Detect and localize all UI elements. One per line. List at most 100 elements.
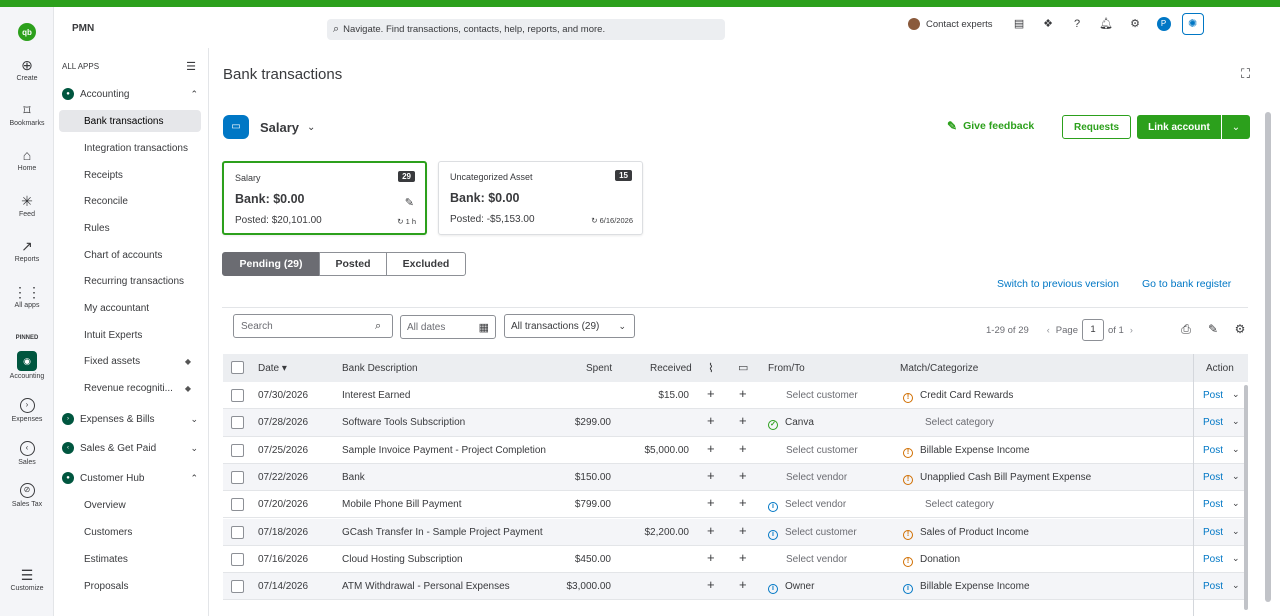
account-selector[interactable]: ▭ Salary ⌄	[223, 115, 315, 139]
search-input[interactable]	[233, 314, 393, 338]
post-button[interactable]: Post	[1203, 390, 1223, 401]
rail-all-apps[interactable]: ⋮⋮ All apps	[0, 284, 54, 309]
category-select[interactable]: ! Billable Expense Income	[903, 445, 1030, 458]
post-options-chevron-icon[interactable]: ⌄	[1232, 526, 1240, 537]
category-select[interactable]: ! Unapplied Cash Bill Payment Expense	[903, 472, 1091, 485]
row-checkbox[interactable]	[231, 416, 244, 430]
category-select[interactable]: ! Credit Card Rewards	[903, 390, 1013, 403]
row-checkbox[interactable]	[231, 580, 244, 594]
requests-button[interactable]: Requests	[1062, 115, 1131, 139]
contact-experts-button[interactable]: Contact experts	[908, 18, 993, 30]
navigation-search[interactable]: ⌕ Navigate. Find transactions, contacts,…	[327, 19, 725, 40]
add-comment-icon[interactable]: +	[739, 386, 747, 401]
sidebar-item-receipts[interactable]: Receipts	[59, 164, 201, 186]
post-options-chevron-icon[interactable]: ⌄	[1232, 444, 1240, 455]
tab-posted[interactable]: Posted	[319, 252, 387, 276]
row-checkbox[interactable]	[231, 498, 244, 512]
fullscreen-icon[interactable]: ⛶	[1241, 66, 1250, 82]
post-options-chevron-icon[interactable]: ⌄	[1232, 553, 1240, 564]
sidebar-item-chart-of-accounts[interactable]: Chart of accounts	[59, 244, 201, 266]
table-scrollbar[interactable]	[1244, 385, 1248, 610]
post-options-chevron-icon[interactable]: ⌄	[1232, 416, 1240, 427]
sidebar-item-reconcile[interactable]: Reconcile	[59, 190, 201, 212]
settings-icon[interactable]: ⚙	[1233, 322, 1247, 337]
category-select[interactable]: i Billable Expense Income	[903, 581, 1030, 595]
page-scrollbar-thumb[interactable]	[1265, 112, 1271, 602]
row-checkbox[interactable]	[231, 443, 244, 457]
table-row[interactable]: 07/14/2026 ATM Withdrawal - Personal Expe…	[223, 573, 1248, 601]
sidebar-item-recurring-transactions[interactable]: Recurring transactions	[59, 270, 201, 292]
help-icon[interactable]: ?	[1070, 17, 1084, 31]
table-row[interactable]: 07/30/2026 Interest Earned $15.00 + + Select …	[223, 382, 1248, 410]
user-avatar[interactable]: P	[1156, 17, 1171, 31]
edit-table-icon[interactable]: ✎	[1206, 322, 1220, 337]
add-attachment-icon[interactable]: +	[707, 577, 715, 592]
link-account-button[interactable]: Link account	[1137, 115, 1221, 139]
pencil-icon[interactable]: ✎	[405, 196, 414, 209]
sidebar-section-customer-hub[interactable]: ● Customer Hub ⌃	[62, 468, 202, 488]
table-row[interactable]: 07/18/2026 GCash Transfer In - Sample Pro…	[223, 518, 1248, 546]
add-comment-icon[interactable]: +	[739, 441, 747, 456]
table-row[interactable]: 07/22/2026 Bank $150.00 + + Select vendor ! Una…	[223, 463, 1248, 492]
category-select[interactable]: ! Sales of Product Income	[903, 527, 1029, 540]
sidebar-section-sales[interactable]: ‹ Sales & Get Paid ⌄	[62, 438, 202, 458]
sidebar-item-integration-transactions[interactable]: Integration transactions	[59, 137, 201, 159]
sidebar-section-expenses[interactable]: › Expenses & Bills ⌄	[62, 409, 202, 429]
post-button[interactable]: Post	[1203, 445, 1223, 456]
select-all-checkbox[interactable]	[231, 361, 244, 374]
from-to-select[interactable]: Select vendor	[786, 472, 847, 483]
rail-customize[interactable]: ☰ Customize	[0, 567, 54, 592]
add-comment-icon[interactable]: +	[739, 413, 747, 428]
collapse-menu-icon[interactable]: ☰	[186, 60, 196, 73]
print-icon[interactable]: ⎙	[1179, 322, 1193, 337]
account-card-salary[interactable]: Salary 29 Bank: $0.00 ✎ Posted: $20,101.…	[222, 161, 427, 235]
give-feedback-link[interactable]: ✎ Give feedback	[947, 119, 1034, 133]
sidebar-item-overview[interactable]: Overview	[59, 494, 201, 516]
sidebar-item-fixed-assets[interactable]: Fixed assets ◆	[59, 350, 201, 372]
date-filter[interactable]: All dates ▦	[400, 315, 496, 339]
sidebar-item-bank-transactions[interactable]: Bank transactions	[59, 110, 201, 132]
post-button[interactable]: Post	[1203, 581, 1223, 592]
bank-register-link[interactable]: Go to bank register	[1142, 278, 1231, 290]
next-page-icon[interactable]: ›	[1130, 325, 1133, 335]
add-comment-icon[interactable]: +	[739, 523, 747, 538]
add-comment-icon[interactable]: +	[739, 577, 747, 592]
add-comment-icon[interactable]: +	[739, 495, 747, 510]
sidebar-section-accounting[interactable]: ● Accounting ⌃	[62, 84, 202, 104]
account-card-uncategorized-asset[interactable]: Uncategorized Asset 15 Bank: $0.00 Poste…	[438, 161, 643, 235]
sidebar-item-customers[interactable]: Customers	[59, 521, 201, 543]
from-to-select[interactable]: Select customer	[786, 390, 858, 401]
post-button[interactable]: Post	[1203, 472, 1223, 483]
post-button[interactable]: Post	[1203, 417, 1223, 428]
rail-home[interactable]: ⌂ Home	[0, 147, 54, 172]
table-row[interactable]: 07/16/2026 Cloud Hosting Subscription $450…	[223, 546, 1248, 574]
from-to-select[interactable]: Select customer	[786, 445, 858, 456]
gear-icon[interactable]: ⚙	[1128, 17, 1142, 31]
post-button[interactable]: Post	[1203, 499, 1223, 510]
col-date[interactable]: Date ▾	[258, 363, 287, 374]
add-comment-icon[interactable]: +	[739, 468, 747, 483]
switch-version-link[interactable]: Switch to previous version	[997, 278, 1119, 290]
page-input[interactable]: 1	[1081, 319, 1104, 341]
rail-create[interactable]: ⊕ Create	[0, 57, 54, 82]
category-select[interactable]: Select category	[925, 499, 994, 510]
from-to-select[interactable]: i Select customer	[768, 527, 857, 540]
from-to-select[interactable]: i Select vendor	[768, 499, 846, 513]
add-attachment-icon[interactable]: +	[707, 386, 715, 401]
bell-icon[interactable]: 🔔︎	[1099, 17, 1113, 31]
post-button[interactable]: Post	[1203, 554, 1223, 565]
company-name[interactable]: PMN	[72, 23, 94, 34]
post-button[interactable]: Post	[1203, 527, 1223, 538]
post-options-chevron-icon[interactable]: ⌄	[1232, 389, 1240, 400]
quickbooks-logo-icon[interactable]: qb	[18, 23, 36, 41]
link-account-dropdown[interactable]: ⌄	[1222, 115, 1250, 139]
add-attachment-icon[interactable]: +	[707, 441, 715, 456]
add-comment-icon[interactable]: +	[739, 550, 747, 565]
row-checkbox[interactable]	[231, 552, 244, 566]
table-row[interactable]: 07/25/2026 Sample Invoice Payment - Proje…	[223, 437, 1248, 464]
post-options-chevron-icon[interactable]: ⌄	[1232, 471, 1240, 482]
rail-accounting[interactable]: ◉ Accounting	[0, 351, 54, 380]
from-to-select[interactable]: i Owner	[768, 581, 814, 595]
prev-page-icon[interactable]: ‹	[1047, 325, 1050, 335]
category-select[interactable]: Select category	[925, 417, 994, 428]
